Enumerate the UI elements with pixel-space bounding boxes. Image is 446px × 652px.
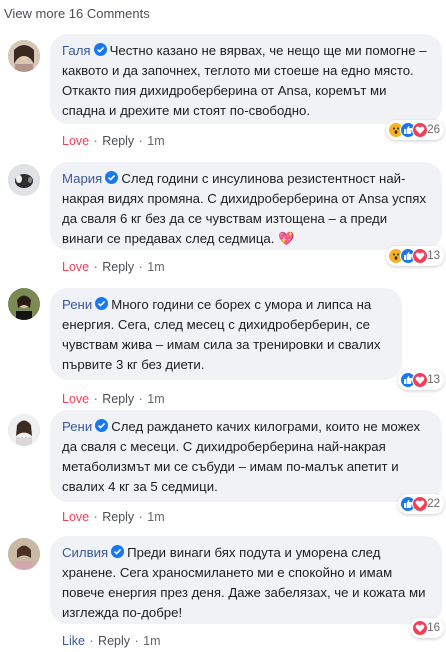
love-action-link[interactable]: Love <box>62 392 89 406</box>
love-icon <box>412 248 429 264</box>
separator-dot: · <box>90 510 102 524</box>
comment-timestamp[interactable]: 1m <box>147 134 164 148</box>
reply-link[interactable]: Reply <box>102 260 134 274</box>
avatar[interactable] <box>8 164 40 196</box>
reply-link[interactable]: Reply <box>102 510 134 524</box>
reaction-count: 13 <box>427 374 440 386</box>
reaction-count: 22 <box>427 498 440 510</box>
separator-dot: · <box>135 510 147 524</box>
love-icon <box>412 372 429 388</box>
avatar[interactable] <box>8 414 40 446</box>
comment-text: Честно казано не вярвах, че нещо ще ми п… <box>62 43 427 118</box>
comment-author[interactable]: Галя <box>62 43 91 58</box>
heart-emoji: 💖 <box>278 231 295 246</box>
verified-badge-icon <box>111 545 125 558</box>
comment-timestamp[interactable]: 1m <box>147 392 164 406</box>
comment-actions: Love · Reply · 1m <box>62 510 165 524</box>
comment-text: Много години се борех с умора и липса на… <box>62 297 381 372</box>
love-icon <box>412 122 429 138</box>
separator-dot: · <box>85 634 98 648</box>
comment-bubble: Галя Честно казано не вярвах, че нещо ще … <box>50 34 442 124</box>
comment-actions: Love · Reply · 1m <box>62 134 165 148</box>
comment-text: След раждането качих килограми, които не… <box>62 419 421 494</box>
comment-timestamp[interactable]: 1m <box>143 634 160 648</box>
comment-bubble: Мария След години с инсулинова резистентн… <box>50 162 442 250</box>
comment-author[interactable]: Мария <box>62 171 102 186</box>
comment-timestamp[interactable]: 1m <box>147 510 164 524</box>
reply-link[interactable]: Reply <box>98 634 130 648</box>
reaction-summary[interactable]: 13 <box>386 246 444 266</box>
comment-bubble: Рени След раждането качих килограми, коит… <box>50 410 442 502</box>
comment-actions: Like · Reply · 1m <box>62 634 161 648</box>
separator-dot: · <box>135 134 147 148</box>
comment-author[interactable]: Силвия <box>62 545 108 560</box>
separator-dot: · <box>90 134 102 148</box>
verified-badge-icon <box>95 419 109 432</box>
comment-actions: Love · Reply · 1m <box>62 260 165 274</box>
separator-dot: · <box>90 392 102 406</box>
comment-bubble: Рени Много години се борех с умора и липс… <box>50 288 402 380</box>
comment-author[interactable]: Рени <box>62 297 92 312</box>
comment-author[interactable]: Рени <box>62 419 92 434</box>
verified-badge-icon <box>105 171 119 184</box>
reply-link[interactable]: Reply <box>102 392 134 406</box>
comment-bubble: Силвия Преди винаги бях подута и уморена … <box>50 536 442 624</box>
like-action-link[interactable]: Like <box>62 634 85 648</box>
love-icon <box>412 496 429 512</box>
comment-actions: Love · Reply · 1m <box>62 392 165 406</box>
comment-timestamp[interactable]: 1m <box>147 260 164 274</box>
verified-badge-icon <box>95 297 109 310</box>
love-action-link[interactable]: Love <box>62 510 89 524</box>
separator-dot: · <box>135 260 147 274</box>
reaction-count: 13 <box>427 250 440 262</box>
love-action-link[interactable]: Love <box>62 134 89 148</box>
avatar[interactable] <box>8 288 40 320</box>
reaction-count: 16 <box>427 622 440 634</box>
love-icon <box>412 620 429 636</box>
reaction-count: 26 <box>427 124 440 136</box>
reply-link[interactable]: Reply <box>102 134 134 148</box>
reaction-summary[interactable]: 16 <box>410 618 444 638</box>
avatar[interactable] <box>8 40 40 72</box>
view-more-comments-link[interactable]: View more 16 Comments <box>4 6 150 21</box>
love-action-link[interactable]: Love <box>62 260 89 274</box>
separator-dot: · <box>135 392 147 406</box>
verified-badge-icon <box>93 43 107 56</box>
reaction-summary[interactable]: 22 <box>398 494 444 514</box>
reaction-summary[interactable]: 13 <box>398 370 444 390</box>
separator-dot: · <box>90 260 102 274</box>
avatar[interactable] <box>8 538 40 570</box>
separator-dot: · <box>131 634 143 648</box>
reaction-summary[interactable]: 26 <box>386 120 444 140</box>
